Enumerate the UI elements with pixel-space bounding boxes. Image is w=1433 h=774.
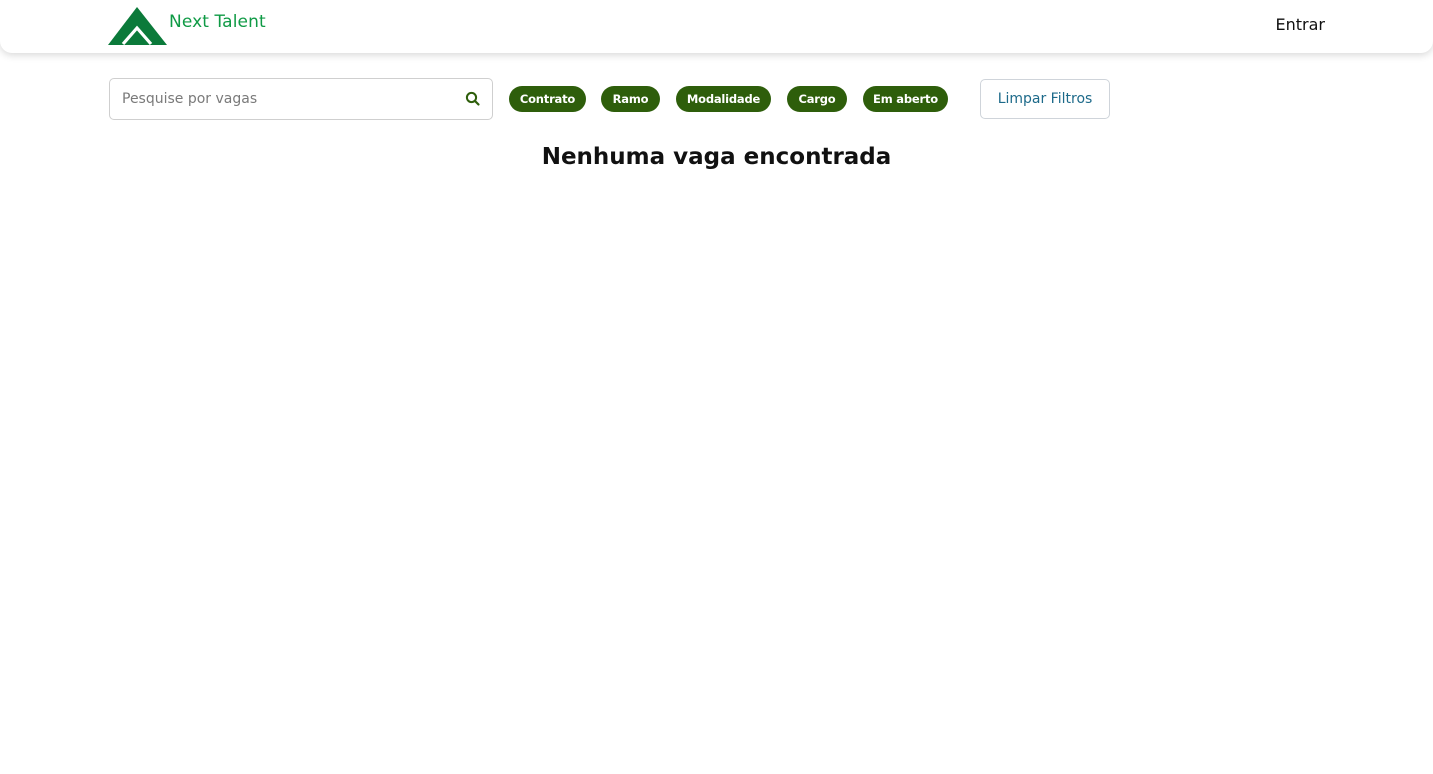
filter-chip-ramo[interactable]: Ramo	[601, 86, 660, 112]
clear-filters-button[interactable]: Limpar Filtros	[980, 79, 1110, 119]
filter-chip-contrato[interactable]: Contrato	[509, 86, 586, 112]
filter-chip-cargo[interactable]: Cargo	[787, 86, 847, 112]
job-search-box	[109, 78, 493, 120]
top-navbar: Next Talent Entrar	[0, 0, 1433, 53]
brand-logo-link[interactable]: Next Talent	[108, 6, 266, 46]
empty-results-message: Nenhuma vaga encontrada	[541, 144, 892, 170]
login-link[interactable]: Entrar	[1276, 15, 1325, 34]
filter-chip-modalidade[interactable]: Modalidade	[676, 86, 771, 112]
brand-name: Next Talent	[169, 12, 266, 32]
search-button[interactable]	[464, 90, 482, 108]
filter-chip-em-aberto[interactable]: Em aberto	[863, 86, 948, 112]
mountain-logo-icon	[108, 7, 167, 46]
job-search-input[interactable]	[122, 79, 452, 119]
search-icon	[465, 91, 480, 106]
